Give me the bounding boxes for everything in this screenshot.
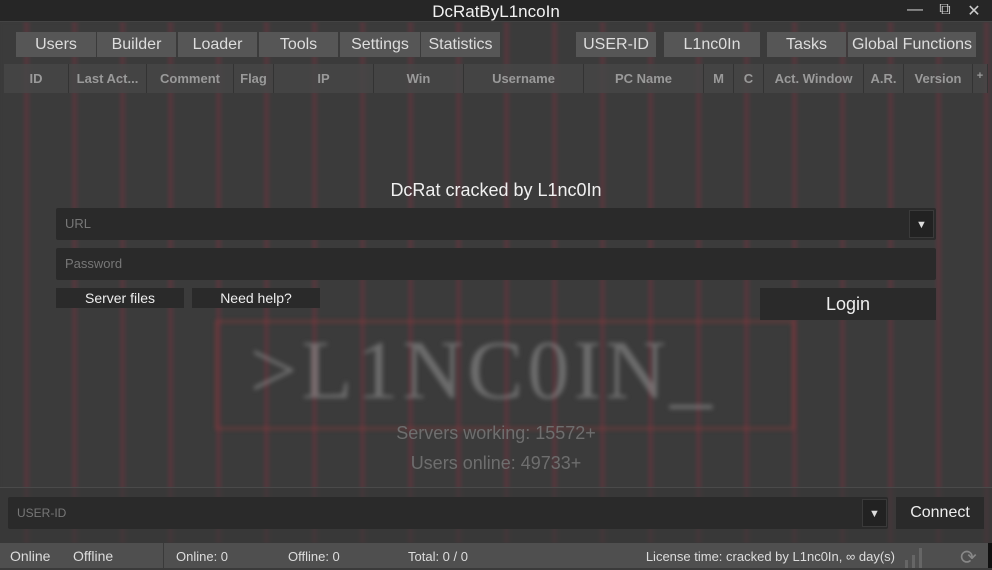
login-button[interactable]: Login xyxy=(760,288,936,320)
minimize-icon[interactable]: — xyxy=(905,1,925,19)
offline-count: Offline: 0 xyxy=(288,549,340,564)
divider xyxy=(163,543,164,568)
servers-working-text: Servers working: 15572+ xyxy=(396,423,596,443)
login-heading: DcRat cracked by L1nc0In xyxy=(390,180,602,200)
col-id[interactable]: ID xyxy=(4,64,69,93)
add-column-button[interactable]: + xyxy=(973,64,988,93)
scrollbar[interactable] xyxy=(988,543,992,568)
tab-builder[interactable]: Builder xyxy=(97,32,176,57)
url-dropdown-button[interactable]: ▼ xyxy=(909,210,934,238)
col-win[interactable]: Win xyxy=(374,64,464,93)
license-time: License time: cracked by L1nc0In, ∞ day(… xyxy=(645,549,895,564)
refresh-icon[interactable]: ⟳ xyxy=(960,545,977,570)
users-online-text: Users online: 49733+ xyxy=(410,453,582,473)
online-filter-tab[interactable]: Online xyxy=(10,548,50,564)
restore-icon[interactable]: ⧉ xyxy=(935,1,955,19)
offline-filter-tab[interactable]: Offline xyxy=(73,548,113,564)
tab-statistics[interactable]: Statistics xyxy=(421,32,500,57)
col-last-act[interactable]: Last Act... xyxy=(69,64,147,93)
col-flag[interactable]: Flag xyxy=(234,64,274,93)
col-m[interactable]: M xyxy=(704,64,734,93)
col-version[interactable]: Version xyxy=(904,64,973,93)
window-title: DcRatByL1ncoIn xyxy=(432,2,560,21)
col-c[interactable]: C xyxy=(734,64,764,93)
online-count: Online: 0 xyxy=(176,549,229,564)
password-input[interactable]: Password xyxy=(56,248,936,280)
tab-settings[interactable]: Settings xyxy=(340,32,420,57)
tab-user-id[interactable]: USER-ID xyxy=(576,32,656,57)
server-files-button[interactable]: Server files xyxy=(56,288,184,308)
col-act-window[interactable]: Act. Window xyxy=(764,64,864,93)
col-ip[interactable]: IP xyxy=(274,64,374,93)
close-icon[interactable]: ✕ xyxy=(964,1,984,21)
total-count: Total: 0 / 0 xyxy=(408,549,468,564)
url-input[interactable]: URL xyxy=(56,208,936,240)
col-username[interactable]: Username xyxy=(464,64,584,93)
user-id-dropdown-button[interactable]: ▼ xyxy=(862,499,887,527)
col-ar[interactable]: A.R. xyxy=(864,64,904,93)
tab-loader[interactable]: Loader xyxy=(178,32,257,57)
tab-tools[interactable]: Tools xyxy=(259,32,338,57)
tab-global-functions[interactable]: Global Functions xyxy=(848,32,976,57)
chevron-down-icon: ▼ xyxy=(916,219,927,231)
tab-l1nc0in[interactable]: L1nc0In xyxy=(664,32,760,57)
tab-users[interactable]: Users xyxy=(16,32,96,57)
signal-icon xyxy=(903,545,927,568)
chevron-down-icon: ▼ xyxy=(869,508,880,520)
need-help-button[interactable]: Need help? xyxy=(192,288,320,308)
user-id-input[interactable]: USER-ID xyxy=(8,497,888,529)
col-comment[interactable]: Comment xyxy=(147,64,234,93)
background-logo: >L1NC0IN_ xyxy=(250,324,717,417)
tab-tasks[interactable]: Tasks xyxy=(767,32,846,57)
col-pc-name[interactable]: PC Name xyxy=(584,64,704,93)
connect-button[interactable]: Connect xyxy=(896,497,984,529)
